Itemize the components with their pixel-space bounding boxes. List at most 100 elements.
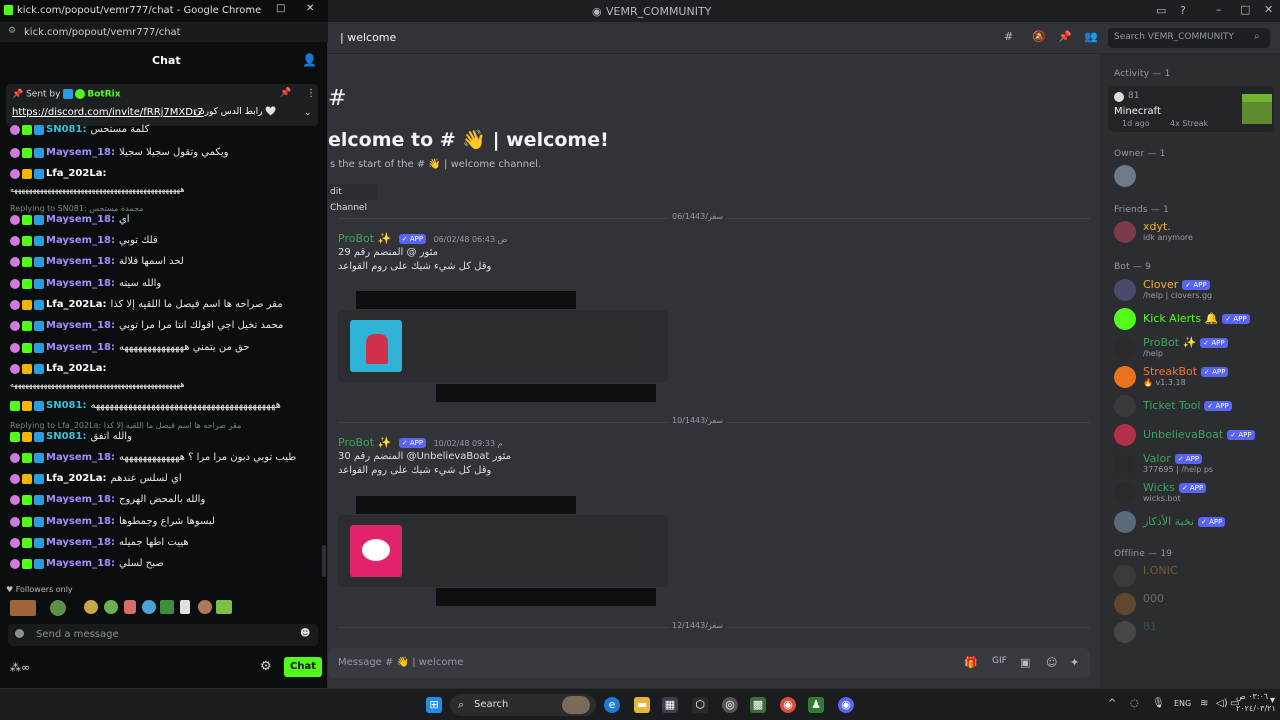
chat-username[interactable]: Maysem_18:: [46, 537, 115, 548]
minimize-icon[interactable]: –: [246, 3, 251, 14]
member-bot[interactable]: نخبة الأذكار ✓ APP: [1114, 508, 1278, 536]
members-icon[interactable]: 👥: [1084, 30, 1098, 43]
member-bot[interactable]: Kick Alerts 🔔 ✓ APP: [1114, 305, 1278, 333]
member-bot[interactable]: StreakBot ✓ APP 🔥 v1.3.18: [1114, 363, 1278, 391]
chat-username[interactable]: SN081:: [46, 431, 86, 442]
chevron-down-icon[interactable]: ⌄: [304, 108, 312, 118]
windows-start-icon[interactable]: ⊞: [426, 697, 442, 713]
tray-app-icon[interactable]: ◌: [1130, 698, 1139, 709]
pinned-message[interactable]: 📌 Sent by BotRix 📌 ⋮ https://discord.com…: [6, 84, 318, 126]
chat-username[interactable]: Maysem_18:: [46, 452, 115, 463]
notification-icon[interactable]: ▾: [1270, 695, 1275, 706]
chat-username[interactable]: Maysem_18:: [46, 235, 115, 246]
emoji-icon[interactable]: ☻: [300, 628, 310, 639]
member-offline[interactable]: I.ONIC: [1114, 562, 1278, 590]
message-author[interactable]: ProBot ✨: [338, 436, 391, 449]
welcome-image-embed[interactable]: [338, 515, 668, 587]
send-chat-button[interactable]: Chat: [284, 657, 322, 677]
gift-icon[interactable]: 🎁: [964, 656, 978, 669]
scrollbar[interactable]: [322, 545, 326, 577]
pin-icon[interactable]: 📌: [1058, 30, 1072, 43]
chrome-icon[interactable]: ◉: [780, 697, 796, 713]
chat-username[interactable]: Lfa_202La:: [46, 473, 106, 484]
close-icon[interactable]: ✕: [306, 3, 314, 14]
emote[interactable]: [216, 600, 232, 614]
mute-icon[interactable]: 🔕: [1032, 30, 1046, 43]
emote[interactable]: [50, 600, 66, 616]
app-icon[interactable]: ⬡: [692, 697, 708, 713]
chat-username[interactable]: Lfa_202La:: [46, 168, 106, 179]
chat-username[interactable]: Maysem_18:: [46, 147, 115, 158]
chat-username[interactable]: Maysem_18:: [46, 558, 115, 569]
member-bot[interactable]: UnbelievaBoat ✓ APP: [1114, 421, 1278, 449]
kick-points-icon[interactable]: ⁂∞: [10, 661, 30, 674]
message-author[interactable]: ProBot ✨: [338, 232, 391, 245]
maximize-icon[interactable]: □: [276, 3, 285, 14]
member-bot[interactable]: Clover ✓ APP/help | clovers.gg: [1114, 276, 1278, 304]
chat-username[interactable]: Maysem_18:: [46, 516, 115, 527]
help-icon[interactable]: ?: [1180, 4, 1186, 17]
chat-username[interactable]: SN081:: [46, 400, 86, 411]
member-bot[interactable]: Wicks ✓ APP wicks.bot: [1114, 479, 1278, 507]
edit-channel-button[interactable]: dit Channel: [328, 184, 378, 213]
welcome-image-embed[interactable]: [338, 310, 668, 382]
member-offline[interactable]: 000: [1114, 590, 1278, 618]
search-input[interactable]: Search VEMR_COMMUNITY ⌕: [1108, 28, 1270, 48]
more-options-icon[interactable]: ⋮: [306, 88, 316, 99]
user-settings-icon[interactable]: 👤: [302, 53, 317, 67]
discord-icon[interactable]: ◉: [838, 697, 854, 713]
gif-icon[interactable]: GIF: [992, 656, 1007, 666]
tray-chevron-icon[interactable]: ^: [1108, 698, 1116, 709]
store-icon[interactable]: ▦: [662, 697, 678, 713]
chat-username[interactable]: SN081:: [46, 124, 86, 135]
member-bot[interactable]: Ticket Tool ✓ APP: [1114, 392, 1278, 420]
member-offline[interactable]: 81: [1114, 618, 1278, 646]
emote[interactable]: [10, 600, 36, 616]
app-icon[interactable]: ♟: [808, 697, 824, 713]
apps-icon[interactable]: ✦: [1070, 656, 1079, 669]
activity-card[interactable]: 81 Minecraft 1d ago 4x Streak: [1108, 86, 1274, 132]
threads-icon[interactable]: #: [1004, 30, 1013, 43]
chat-input[interactable]: Send a message ☻: [8, 624, 318, 646]
file-explorer-icon[interactable]: ▬: [634, 697, 650, 713]
inbox-icon[interactable]: ▭: [1156, 4, 1166, 17]
member-bot[interactable]: Valor ✓ APP 377695 | /help ps: [1114, 450, 1278, 478]
chat-username[interactable]: Maysem_18:: [46, 320, 115, 331]
emote[interactable]: [160, 600, 174, 614]
chat-username[interactable]: Lfa_202La:: [46, 363, 106, 374]
sticker-icon[interactable]: ▣: [1020, 656, 1030, 669]
microphone-icon[interactable]: 🎙: [1152, 698, 1165, 709]
edge-icon[interactable]: e: [604, 697, 620, 713]
member-owner[interactable]: [1114, 162, 1278, 190]
pinned-link[interactable]: https://discord.com/invite/fRRj7MXDr7: [12, 107, 203, 118]
site-info-icon[interactable]: ⚙: [8, 26, 16, 36]
emoji-icon[interactable]: ☺: [1046, 656, 1057, 669]
emote[interactable]: [198, 600, 212, 614]
chat-username[interactable]: Maysem_18:: [46, 342, 115, 353]
clock-time[interactable]: ٠٣:٠٦ ص: [1236, 692, 1268, 701]
chat-username[interactable]: Lfa_202La:: [46, 299, 106, 310]
member-friend[interactable]: xdyt. idk anymore: [1114, 218, 1278, 246]
chat-username[interactable]: Maysem_18:: [46, 494, 115, 505]
emote[interactable]: [142, 600, 156, 614]
settings-gear-icon[interactable]: ⚙: [260, 659, 272, 674]
emote[interactable]: [104, 600, 118, 614]
pin-icon[interactable]: 📌: [280, 88, 291, 98]
emote[interactable]: [180, 600, 190, 614]
message-input[interactable]: Message # 👋 | welcome 🎁 GIF ▣ ☺ ✦: [328, 648, 1090, 678]
taskbar-search[interactable]: ⌕ Search: [450, 694, 596, 716]
app-icon[interactable]: ◎: [722, 697, 738, 713]
minecraft-launcher-icon[interactable]: ▩: [750, 697, 766, 713]
maximize-icon[interactable]: □: [1240, 3, 1250, 16]
chat-username[interactable]: Maysem_18:: [46, 214, 115, 225]
wifi-icon[interactable]: ≋: [1200, 698, 1208, 709]
minimize-icon[interactable]: –: [1216, 3, 1222, 16]
language-indicator[interactable]: ENG: [1174, 699, 1191, 708]
emote[interactable]: [124, 600, 136, 614]
close-icon[interactable]: ✕: [1264, 3, 1273, 16]
chat-username[interactable]: Maysem_18:: [46, 256, 115, 267]
emote[interactable]: [84, 600, 98, 614]
volume-icon[interactable]: ◁): [1216, 698, 1228, 709]
member-bot[interactable]: ProBot ✨ ✓ APP/help: [1114, 334, 1278, 362]
address-bar[interactable]: ⚙ kick.com/popout/vemr777/chat: [0, 22, 328, 42]
